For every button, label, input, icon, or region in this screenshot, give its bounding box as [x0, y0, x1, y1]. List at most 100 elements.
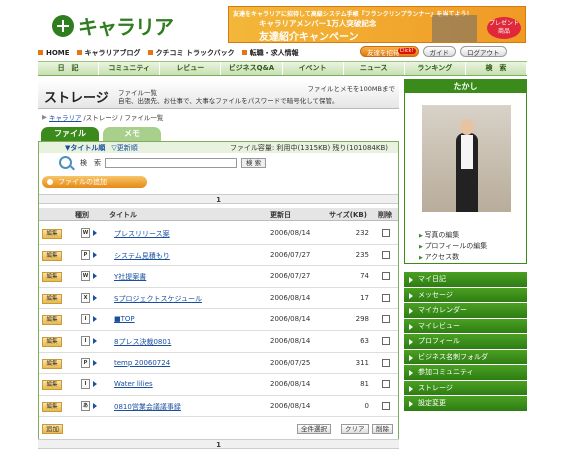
menu-message[interactable]: メッセージ	[404, 287, 527, 303]
campaign-banner[interactable]: 友達をキャラリアに招待して高級システム手帳『フランクリンプランナー』を当てよう！…	[228, 6, 526, 43]
file-type-icon: I	[81, 335, 90, 346]
delete-checkbox[interactable]	[382, 229, 390, 237]
delete-checkbox[interactable]	[382, 293, 390, 302]
edit-button[interactable]: 編集	[42, 229, 62, 239]
bullet-icon	[76, 50, 82, 55]
clear-button[interactable]: クリア	[341, 424, 369, 434]
tab-memo[interactable]: メモ	[103, 127, 161, 141]
file-title-link[interactable]: Y社提案書	[114, 272, 146, 282]
profile-photo[interactable]	[422, 105, 511, 212]
delete-checkbox[interactable]	[382, 272, 390, 281]
subnav-trackback[interactable]: クチコミ トラックバック	[147, 47, 235, 58]
file-date: 2006/08/14	[270, 336, 311, 345]
edit-button[interactable]: 編集	[42, 380, 62, 391]
pager-bottom[interactable]: 1	[38, 439, 399, 449]
caret-right-icon[interactable]	[93, 251, 97, 258]
edit-button[interactable]: 編集	[42, 336, 62, 347]
menu-my-diary[interactable]: マイ日記	[404, 272, 527, 288]
tab-file[interactable]: ファイル	[41, 127, 99, 141]
subnav-jobs[interactable]: 転職・求人情報	[241, 47, 299, 58]
add-button[interactable]: 追加	[42, 424, 63, 434]
delete-checkbox[interactable]	[382, 315, 390, 324]
file-title-link[interactable]: Water lilies	[114, 380, 153, 388]
delete-checkbox[interactable]	[382, 336, 390, 345]
delete-checkbox[interactable]	[382, 380, 390, 389]
gnav-community[interactable]: コミュニティ	[99, 62, 161, 75]
caret-right-icon[interactable]	[93, 294, 97, 301]
file-type-icon: あ	[81, 400, 90, 411]
storage-tabs: ファイル メモ	[41, 127, 161, 141]
pager-top[interactable]: 1	[39, 194, 398, 204]
search-input[interactable]	[105, 157, 237, 168]
gnav-diary[interactable]: 日 記	[38, 62, 100, 75]
site-logo[interactable]: キャラリア	[52, 11, 174, 40]
file-title-link[interactable]: プレスリリース案	[114, 229, 170, 239]
gnav-review[interactable]: レビュー	[160, 62, 222, 75]
file-date: 2006/07/25	[270, 358, 311, 367]
invite-button[interactable]: 友達を招待	[360, 46, 419, 57]
menu-profile[interactable]: プロフィール	[404, 334, 527, 350]
caret-right-icon[interactable]	[93, 230, 97, 236]
file-title-link[interactable]: ■TOP	[114, 315, 135, 323]
delete-checkbox[interactable]	[382, 401, 390, 410]
menu-business-cards[interactable]: ビジネス名刺フォルダ	[404, 349, 527, 365]
side-menu: マイ日記 メッセージ マイカレンダー マイレビュー プロフィール ビジネス名刺フ…	[404, 272, 527, 412]
logout-button[interactable]: ログアウト	[460, 46, 507, 57]
delete-checkbox[interactable]	[382, 358, 390, 367]
guide-button[interactable]: ガイド	[422, 46, 456, 57]
file-title-link[interactable]: 0810営業会議議事録	[114, 402, 181, 412]
subnav-blog[interactable]: キャラリアブログ	[76, 47, 141, 58]
delete-button[interactable]: 削除	[372, 424, 393, 434]
caret-right-icon[interactable]	[93, 337, 97, 344]
gnav-search[interactable]: 検 索	[466, 62, 527, 75]
sort-by-title[interactable]: ▼タイトル順	[65, 143, 105, 153]
menu-settings[interactable]: 設定変更	[404, 396, 527, 412]
file-title-link[interactable]: 8プレス決裁0801	[114, 337, 171, 347]
file-date: 2006/08/14	[270, 229, 311, 237]
file-row: 編集 W Y社提案書 2006/07/27 74	[39, 266, 398, 288]
edit-button[interactable]: 編集	[42, 401, 62, 412]
caret-right-icon[interactable]	[93, 316, 97, 323]
file-size: 74	[360, 272, 369, 281]
select-all-button[interactable]: 全件選択	[297, 424, 331, 434]
edit-button[interactable]: 編集	[42, 315, 62, 326]
file-title-link[interactable]: Sプロジェクトスケジュール	[114, 294, 202, 304]
gnav-event[interactable]: イベント	[283, 62, 344, 75]
gnav-news[interactable]: ニュース	[344, 62, 405, 75]
caret-right-icon[interactable]	[93, 381, 97, 388]
caret-right-icon[interactable]	[93, 359, 97, 366]
search-button[interactable]: 検 索	[241, 157, 267, 168]
edit-button[interactable]: 編集	[42, 272, 62, 283]
edit-photo-link[interactable]: 写真の編集	[419, 230, 487, 241]
caret-right-icon[interactable]	[93, 273, 97, 280]
sort-by-date[interactable]: ▽更新順	[111, 143, 137, 153]
menu-communities[interactable]: 参加コミュニティ	[404, 365, 527, 381]
menu-calendar[interactable]: マイカレンダー	[404, 303, 527, 319]
gnav-ranking[interactable]: ランキング	[405, 62, 466, 75]
storage-title-bar: ストレージ ファイル一覧 自宅、出張先、お仕事で、大事なファイルをパスワードで暗…	[38, 79, 399, 109]
breadcrumb-home-link[interactable]: キャラリア	[49, 112, 82, 122]
file-type-icon: X	[81, 292, 90, 303]
access-count-link[interactable]: アクセス数	[419, 252, 487, 263]
edit-button[interactable]: 編集	[42, 250, 62, 261]
subnav-home[interactable]: HOME	[38, 47, 70, 58]
edit-profile-link[interactable]: プロフィールの編集	[419, 241, 487, 252]
menu-storage[interactable]: ストレージ	[404, 380, 527, 396]
file-title-link[interactable]: temp 20060724	[114, 359, 170, 367]
profile-name: たかし	[405, 80, 526, 93]
edit-button[interactable]: 編集	[42, 358, 62, 369]
file-size: 0	[364, 401, 369, 410]
logo-mark-icon	[52, 14, 74, 37]
file-title-link[interactable]: システム見積もり	[114, 251, 170, 261]
add-file-button[interactable]: ファイルの追加	[42, 176, 147, 188]
menu-review[interactable]: マイレビュー	[404, 318, 527, 334]
profile-links: 写真の編集 プロフィールの編集 アクセス数	[419, 230, 487, 263]
global-navigation: 日 記 コミュニティ レビュー ビジネスQ&A イベント ニュース ランキング …	[38, 61, 527, 76]
file-size: 311	[355, 358, 369, 367]
caret-right-icon[interactable]	[93, 402, 97, 409]
file-row: 編集 Ptemp 20060724 2006/07/25 311	[39, 353, 398, 375]
edit-button[interactable]: 編集	[42, 293, 62, 304]
bullet-icon	[241, 50, 247, 55]
gnav-qa[interactable]: ビジネスQ&A	[221, 62, 283, 75]
delete-checkbox[interactable]	[382, 250, 390, 259]
